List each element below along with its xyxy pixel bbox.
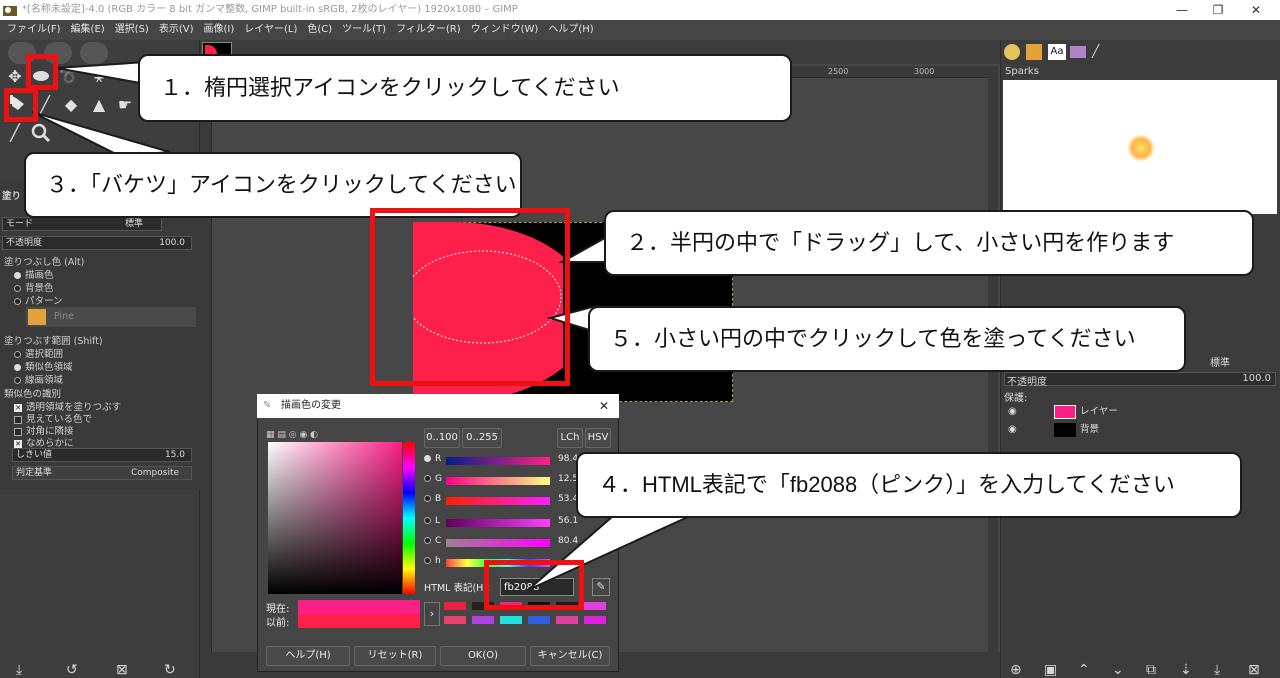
highlight-bucket-tool bbox=[4, 88, 38, 122]
callout-step5: ５．小さい円の中でクリックして色を塗ってください bbox=[588, 306, 1186, 372]
callout-step2: ２．半円の中で「ドラッグ」して、小さい円を作ります bbox=[604, 210, 1254, 276]
highlight-half-circle bbox=[370, 208, 570, 386]
highlight-ellipse-tool bbox=[26, 54, 58, 90]
callout-step1: １．楕円選択アイコンをクリックしてください bbox=[138, 54, 792, 122]
callout-step4: ４．HTML表記で「fb2088（ピンク）」を入力してください bbox=[576, 452, 1242, 518]
highlight-html-input bbox=[484, 560, 584, 610]
